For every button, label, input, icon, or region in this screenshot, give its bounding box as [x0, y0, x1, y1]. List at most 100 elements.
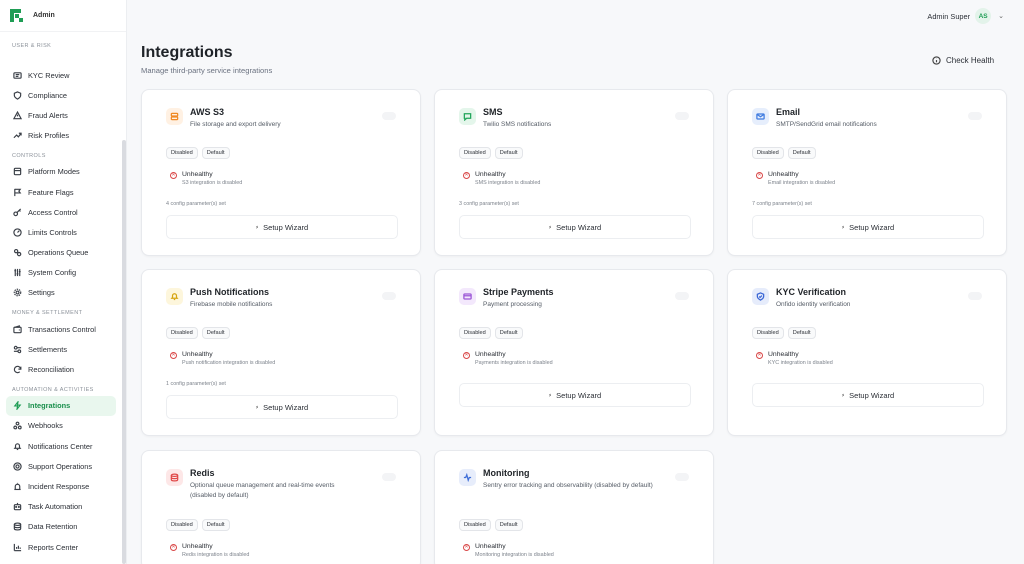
status-message: SMS integration is disabled	[475, 180, 541, 186]
gauge-icon	[13, 228, 22, 237]
sidebar-item-label: Feature Flags	[28, 187, 74, 197]
card-title: Push Notifications	[190, 287, 270, 297]
sidebar-item-transactions-control[interactable]: Transactions Control	[6, 319, 116, 339]
setup-wizard-label: Setup Wizard	[556, 390, 602, 400]
health-status: ✕ Unhealthy Email integration is disabled	[756, 171, 835, 186]
sidebar-item-label: Fraud Alerts	[28, 110, 68, 120]
check-health-button[interactable]: Check Health	[924, 52, 1004, 69]
sidebar-item-incident-response[interactable]: Incident Response	[6, 476, 116, 496]
setup-wizard-button[interactable]: ⸗ Setup Wizard	[166, 395, 398, 419]
gear-icon	[13, 288, 22, 297]
sidebar-item-settlements[interactable]: Settlements	[6, 339, 116, 359]
settings-2-icon	[13, 345, 22, 354]
status-title: Unhealthy	[768, 351, 799, 358]
enable-toggle[interactable]	[382, 112, 396, 120]
health-status: ✕ Unhealthy KYC integration is disabled	[756, 351, 833, 366]
enable-toggle[interactable]	[675, 292, 689, 300]
status-title: Unhealthy	[182, 543, 213, 550]
bell-icon	[13, 442, 22, 451]
integration-card: Stripe Payments Payment processing Disable…	[434, 269, 714, 436]
status-badge: Default	[494, 519, 523, 531]
sidebar-item-limits-controls[interactable]: Limits Controls	[6, 222, 116, 242]
sidebar-item-notifications-center[interactable]: Notifications Center	[6, 436, 116, 456]
sidebar-item-label: Compliance	[28, 90, 68, 100]
enable-toggle[interactable]	[382, 473, 396, 481]
sliders-icon	[13, 268, 22, 277]
sidebar-item-compliance[interactable]: Compliance	[6, 85, 116, 105]
sidebar-item-support-operations[interactable]: Support Operations	[6, 456, 116, 476]
sidebar-item-label: Webhooks	[28, 421, 63, 431]
enable-toggle[interactable]	[968, 292, 982, 300]
setup-wizard-label: Setup Wizard	[849, 222, 895, 232]
zap-icon	[13, 401, 22, 411]
chevron-down-icon[interactable]: ⌄	[998, 12, 1004, 20]
brand[interactable]: Admin	[0, 0, 126, 32]
integration-card: SMS Twilio SMS notifications Disabled Defau…	[434, 89, 714, 256]
badge-group: Disabled Default	[459, 327, 523, 339]
user-name[interactable]: Admin Super	[927, 12, 970, 21]
avatar[interactable]: AS	[975, 8, 992, 24]
badge-group: Disabled Default	[459, 147, 523, 159]
sidebar-item-fraud-alerts[interactable]: Fraud Alerts	[6, 105, 116, 125]
enable-toggle[interactable]	[675, 473, 689, 481]
sidebar-item-label: Reports Center	[28, 542, 79, 552]
layers-icon	[13, 167, 22, 176]
wand-icon: ⸗	[841, 223, 845, 231]
sidebar-section-label: USER & RISK	[12, 43, 52, 49]
card-title: AWS S3	[190, 107, 225, 117]
sidebar-item-label: Limits Controls	[28, 227, 77, 237]
card-description: Payment processing	[483, 301, 542, 308]
sidebar-item-platform-modes[interactable]: Platform Modes	[6, 162, 116, 182]
setup-wizard-button[interactable]: ⸗ Setup Wizard	[752, 383, 984, 407]
x-circle-icon: ✕	[170, 544, 177, 551]
integration-card: Redis Optional queue management and real-…	[141, 450, 421, 564]
setup-wizard-button[interactable]: ⸗ Setup Wizard	[459, 215, 691, 239]
card-title: KYC Verification	[776, 287, 847, 297]
enable-toggle[interactable]	[675, 112, 689, 120]
sidebar-item-risk-profiles[interactable]: Risk Profiles	[6, 126, 116, 146]
badge-group: Disabled Default	[459, 519, 523, 531]
sidebar-item-webhooks[interactable]: Webhooks	[6, 416, 116, 436]
key-icon	[13, 208, 22, 217]
sidebar-item-task-automation[interactable]: Task Automation	[6, 497, 116, 517]
x-circle-icon: ✕	[170, 172, 177, 179]
status-badge: Default	[787, 327, 816, 339]
robot-icon	[13, 502, 22, 511]
sidebar-section-label: CONTROLS	[12, 152, 46, 159]
card-title: Redis	[190, 468, 215, 478]
status-badge: Disabled	[752, 327, 784, 339]
refresh-icon	[13, 365, 22, 374]
sidebar-item-integrations[interactable]: Integrations	[6, 395, 116, 416]
sidebar-scrollbar[interactable]	[122, 140, 126, 564]
card-title: Monitoring	[483, 468, 530, 478]
sidebar-item-settings[interactable]: Settings	[6, 283, 116, 303]
setup-wizard-label: Setup Wizard	[556, 222, 602, 232]
sidebar-item-data-retention[interactable]: Data Retention	[6, 517, 116, 537]
setup-wizard-button[interactable]: ⸗ Setup Wizard	[166, 215, 398, 239]
x-circle-icon: ✕	[756, 172, 763, 179]
sidebar-item-feature-flags[interactable]: Feature Flags	[6, 182, 116, 202]
status-badge: Disabled	[752, 147, 784, 159]
x-circle-icon: ✕	[463, 544, 470, 551]
sidebar-item-kyc-review[interactable]: KYC Review	[6, 65, 116, 85]
sidebar-item-access-control[interactable]: Access Control	[6, 202, 116, 222]
status-badge: Default	[201, 327, 230, 339]
wand-icon: ⸗	[255, 403, 259, 411]
enable-toggle[interactable]	[968, 112, 982, 120]
setup-wizard-button[interactable]: ⸗ Setup Wizard	[752, 215, 984, 239]
health-status: ✕ Unhealthy S3 integration is disabled	[170, 171, 242, 186]
status-badge: Disabled	[166, 519, 198, 531]
status-badge: Disabled	[166, 147, 198, 159]
status-message: Email integration is disabled	[768, 180, 836, 186]
setup-wizard-button[interactable]: ⸗ Setup Wizard	[459, 383, 691, 407]
alert-triangle-icon	[13, 110, 22, 120]
status-message: Payments integration is disabled	[475, 360, 553, 366]
shield-icon	[13, 91, 22, 100]
sidebar-item-reconciliation[interactable]: Reconciliation	[6, 359, 116, 379]
sidebar-item-operations-queue[interactable]: Operations Queue	[6, 243, 116, 263]
enable-toggle[interactable]	[382, 292, 396, 300]
card-description: Optional queue management and real-time …	[190, 482, 335, 499]
card-description: SMTP/SendGrid email notifications	[776, 121, 877, 128]
sidebar-item-reports-center[interactable]: Reports Center	[6, 537, 116, 557]
sidebar-item-system-config[interactable]: System Config	[6, 263, 116, 283]
